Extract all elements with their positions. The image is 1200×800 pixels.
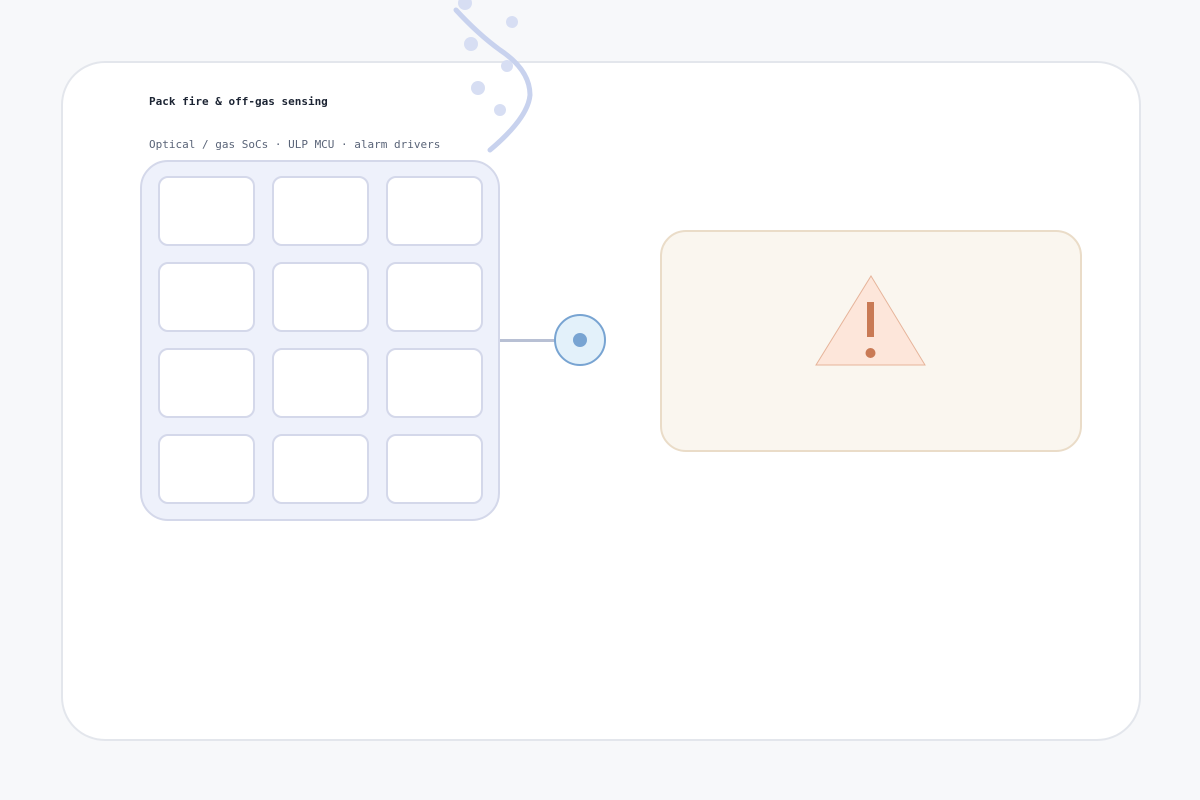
- battery-cell: [272, 434, 369, 504]
- sensor-node-icon: [554, 314, 606, 366]
- smoke-particle: [501, 60, 513, 72]
- warning-triangle-icon: [815, 275, 926, 366]
- smoke-particle: [458, 0, 472, 10]
- smoke-plume-icon: [453, 0, 533, 153]
- battery-cell: [158, 348, 255, 418]
- smoke-particle: [464, 37, 478, 51]
- battery-cell: [386, 348, 483, 418]
- sensor-core: [573, 333, 587, 347]
- battery-cell: [386, 434, 483, 504]
- battery-cell: [386, 262, 483, 332]
- battery-cell: [272, 348, 369, 418]
- battery-cell: [158, 176, 255, 246]
- smoke-particle: [506, 16, 518, 28]
- sense-line: [500, 339, 557, 342]
- battery-cell: [158, 434, 255, 504]
- smoke-particle: [494, 104, 506, 116]
- battery-cell: [386, 176, 483, 246]
- battery-cell: [158, 262, 255, 332]
- battery-cell: [272, 176, 369, 246]
- diagram-title: Pack fire & off-gas sensing: [149, 95, 328, 108]
- smoke-particle: [471, 81, 485, 95]
- diagram-subtitle: Optical / gas SoCs · ULP MCU · alarm dri…: [149, 138, 441, 151]
- battery-cell: [272, 262, 369, 332]
